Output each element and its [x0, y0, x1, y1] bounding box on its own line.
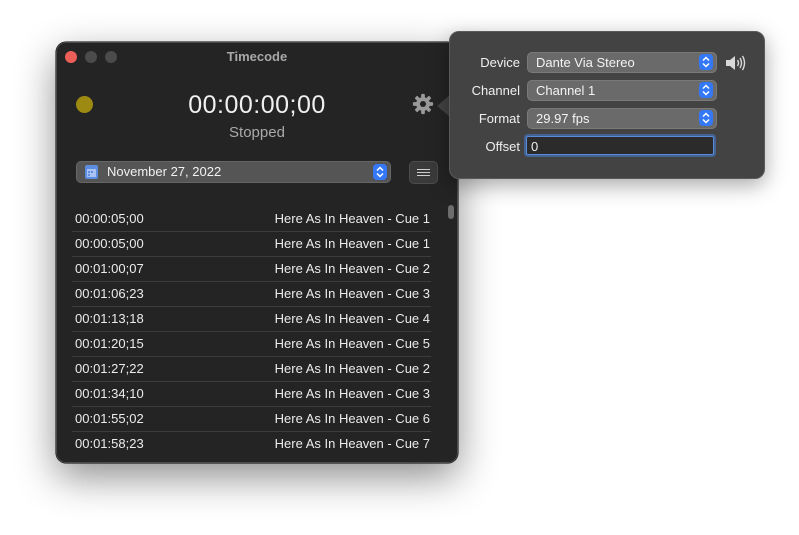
transport-state: Stopped [229, 124, 285, 141]
chevron-updown-icon [699, 54, 713, 70]
cue-timecode: 00:01:00;07 [75, 261, 144, 276]
cue-timecode: 00:00:05;00 [75, 236, 144, 251]
offset-label: Offset [485, 139, 520, 154]
table-row[interactable]: 00:01:20;15 Here As In Heaven - Cue 5 [72, 332, 431, 357]
cue-label: Here As In Heaven - Cue 1 [274, 236, 430, 251]
cue-label: Here As In Heaven - Cue 2 [274, 261, 430, 276]
cue-timecode: 00:00:05;00 [75, 211, 144, 226]
chevron-updown-icon [373, 164, 387, 180]
cue-timecode: 00:01:58;23 [75, 436, 144, 451]
timecode-display: 00:00:00;00 [188, 91, 326, 119]
cue-label: Here As In Heaven - Cue 2 [274, 361, 430, 376]
table-row[interactable]: 00:01:13;18 Here As In Heaven - Cue 4 [72, 307, 431, 332]
cue-label: Here As In Heaven - Cue 1 [274, 211, 430, 226]
device-value: Dante Via Stereo [536, 55, 635, 70]
calendar-icon [85, 165, 98, 179]
cue-timecode: 00:01:55;02 [75, 411, 144, 426]
cue-label: Here As In Heaven - Cue 7 [274, 436, 430, 451]
chevron-updown-icon [699, 82, 713, 98]
window-title: Timecode [226, 49, 288, 64]
cue-timecode: 00:01:06;23 [75, 286, 144, 301]
speaker-icon[interactable] [724, 54, 746, 72]
cue-label: Here As In Heaven - Cue 6 [274, 411, 430, 426]
date-label: November 27, 2022 [107, 164, 222, 179]
device-label: Device [480, 55, 520, 70]
list-scrollbar[interactable] [448, 205, 454, 444]
timecode-window: Timecode 00:00:00;00 Stopped November 27… [56, 42, 458, 463]
title-bar: Timecode [57, 43, 457, 71]
channel-select[interactable]: Channel 1 [527, 80, 717, 101]
scrollbar-thumb[interactable] [448, 205, 454, 219]
channel-value: Channel 1 [536, 83, 596, 98]
cue-label: Here As In Heaven - Cue 3 [274, 286, 430, 301]
table-row[interactable]: 00:01:34;10 Here As In Heaven - Cue 3 [72, 382, 431, 407]
table-row[interactable]: 00:01:55;02 Here As In Heaven - Cue 6 [72, 407, 431, 432]
chevron-updown-icon [699, 110, 713, 126]
list-icon [417, 169, 430, 176]
format-select[interactable]: 29.97 fps [527, 108, 717, 129]
table-row[interactable]: 00:01:06;23 Here As In Heaven - Cue 3 [72, 282, 431, 307]
cue-timecode: 00:01:13;18 [75, 311, 144, 326]
offset-input[interactable]: 0 [526, 136, 714, 155]
cue-timecode: 00:01:34;10 [75, 386, 144, 401]
cue-label: Here As In Heaven - Cue 4 [274, 311, 430, 326]
table-row[interactable]: 00:01:00;07 Here As In Heaven - Cue 2 [72, 257, 431, 282]
table-row[interactable]: 00:01:27;22 Here As In Heaven - Cue 2 [72, 357, 431, 382]
table-row[interactable]: 00:00:05;00 Here As In Heaven - Cue 1 [72, 232, 431, 257]
channel-label: Channel [471, 83, 520, 98]
list-options-button[interactable] [409, 161, 438, 184]
cue-timecode: 00:01:27;22 [75, 361, 144, 376]
status-dot-icon [76, 96, 93, 113]
settings-popover: Device Dante Via Stereo Channel Channel … [449, 31, 765, 179]
cue-list: 00:00:05;00 Here As In Heaven - Cue 1 00… [72, 207, 431, 456]
cue-timecode: 00:01:20;15 [75, 336, 144, 351]
format-label: Format [478, 111, 520, 126]
cue-label: Here As In Heaven - Cue 5 [274, 336, 430, 351]
device-select[interactable]: Dante Via Stereo [527, 52, 717, 73]
date-selector[interactable]: November 27, 2022 [76, 161, 391, 183]
table-row[interactable]: 00:01:58;23 Here As In Heaven - Cue 7 [72, 432, 431, 456]
cue-label: Here As In Heaven - Cue 3 [274, 386, 430, 401]
format-value: 29.97 fps [536, 111, 590, 126]
gear-icon[interactable] [412, 93, 434, 115]
table-row[interactable]: 00:00:05;00 Here As In Heaven - Cue 1 [72, 207, 431, 232]
